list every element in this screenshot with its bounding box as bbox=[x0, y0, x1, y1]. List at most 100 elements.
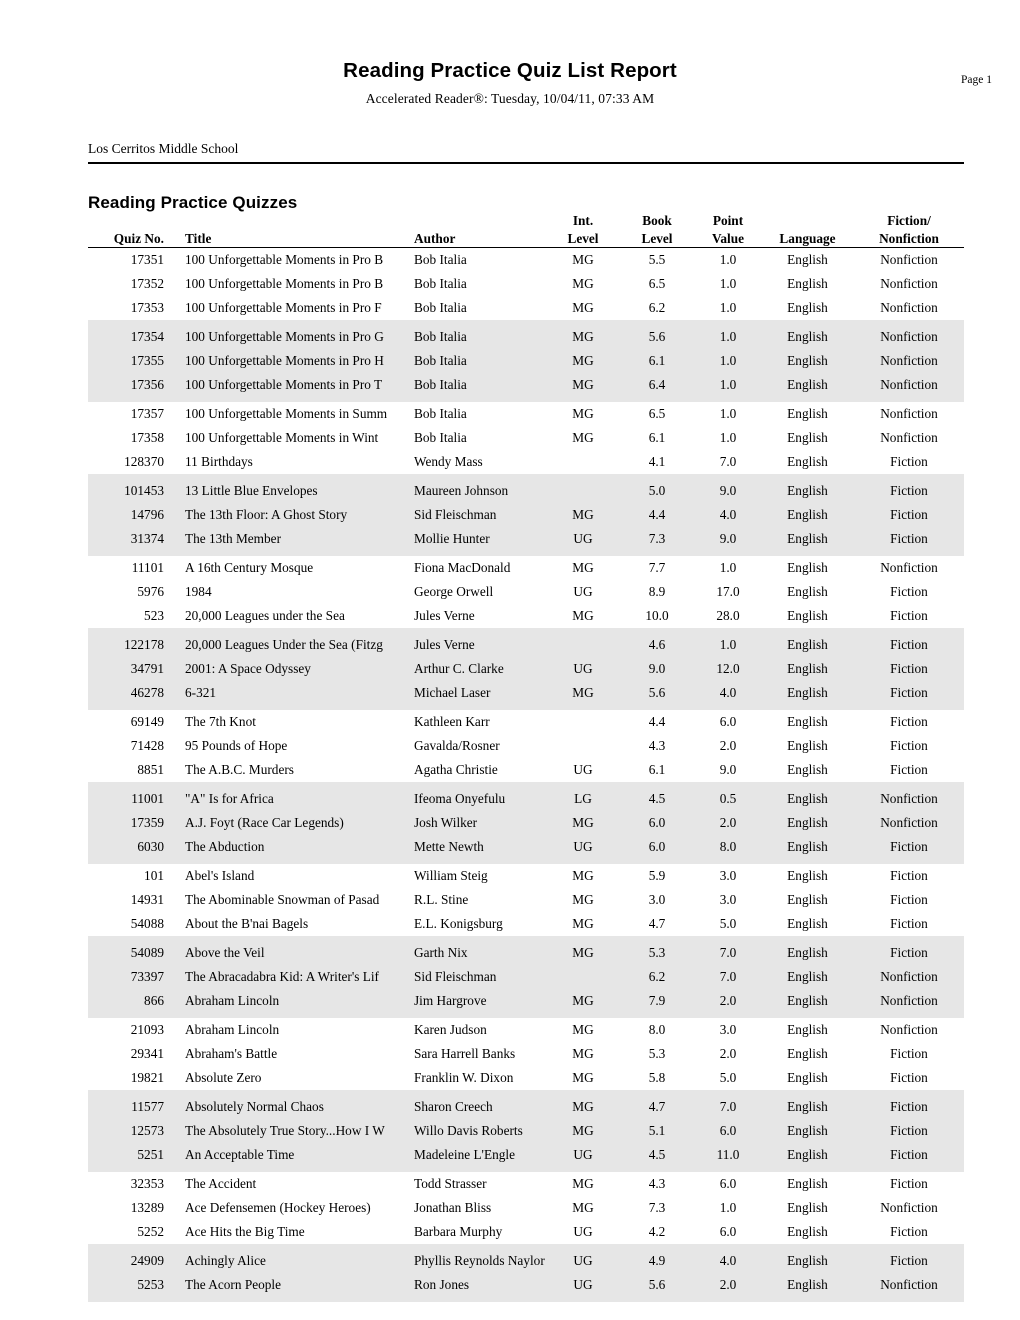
table-row[interactable]: 17357 100 Unforgettable Moments in Summ Bo… bbox=[88, 402, 964, 426]
col-header-quiz-no: Quiz No. bbox=[113, 230, 164, 246]
cell-fiction: Fiction bbox=[890, 916, 928, 932]
cell-fiction: Fiction bbox=[890, 1224, 928, 1240]
cell-language: English bbox=[787, 868, 828, 884]
cell-title: 100 Unforgettable Moments in Pro F bbox=[176, 296, 405, 320]
table-row[interactable]: 34791 2001: A Space Odyssey Arthur C. Clar… bbox=[88, 657, 964, 682]
table-row[interactable]: 17353 100 Unforgettable Moments in Pro F B… bbox=[88, 296, 964, 320]
cell-title: 100 Unforgettable Moments in Pro T bbox=[176, 373, 405, 398]
cell-author: Jim Hargrove bbox=[405, 989, 547, 1014]
cell-book_level: 4.7 bbox=[619, 1095, 695, 1120]
cell-fiction: Nonfiction bbox=[880, 430, 938, 446]
table-row[interactable]: 17356 100 Unforgettable Moments in Pro T B… bbox=[88, 373, 964, 398]
table-row[interactable]: 17355 100 Unforgettable Moments in Pro H B… bbox=[88, 349, 964, 374]
col-header-line1-author bbox=[405, 212, 547, 230]
cell-fiction: Fiction bbox=[890, 1176, 928, 1192]
cell-title: 2001: A Space Odyssey bbox=[176, 657, 405, 682]
table-row[interactable]: 46278 6-321 Michael Laser MG 5.6 4.0 English Fi… bbox=[88, 681, 964, 706]
cell-author: Maureen Johnson bbox=[405, 479, 547, 504]
cell-int_level: MG bbox=[572, 430, 594, 446]
table-row[interactable]: 5251 An Acceptable Time Madeleine L'Engle U… bbox=[88, 1143, 964, 1168]
table-row[interactable]: 14796 The 13th Floor: A Ghost Story Sid Fl… bbox=[88, 503, 964, 528]
cell-language: English bbox=[787, 430, 828, 446]
table-row[interactable]: 17354 100 Unforgettable Moments in Pro G B… bbox=[88, 325, 964, 350]
cell-int_level: MG bbox=[572, 560, 594, 576]
cell-author: Ifeoma Onyefulu bbox=[405, 787, 547, 812]
cell-book_level: 3.0 bbox=[648, 892, 666, 908]
table-row[interactable]: 101 Abel's Island William Steig MG 5.9 3.0 Eng… bbox=[88, 864, 964, 888]
table-row[interactable]: 128370 11 Birthdays Wendy Mass 4.1 7.0 Englis… bbox=[88, 450, 964, 474]
cell-int_level: MG bbox=[547, 989, 619, 1014]
table-row[interactable]: 866 Abraham Lincoln Jim Hargrove MG 7.9 2.0 En… bbox=[88, 989, 964, 1014]
cell-quiz_no: 31374 bbox=[88, 527, 176, 552]
table-row[interactable]: 54089 Above the Veil Garth Nix MG 5.3 7.0 Engl… bbox=[88, 941, 964, 966]
cell-title: Abraham Lincoln bbox=[176, 989, 405, 1014]
col-header-line1-quiz-no bbox=[88, 212, 176, 230]
table-row[interactable]: 13289 Ace Defensemen (Hockey Heroes) Jonat… bbox=[88, 1196, 964, 1220]
cell-points: 1.0 bbox=[695, 349, 761, 374]
table-row[interactable]: 24909 Achingly Alice Phyllis Reynolds Nayl… bbox=[88, 1249, 964, 1274]
table-row[interactable]: 8851 The A.B.C. Murders Agatha Christie UG 6… bbox=[88, 758, 964, 782]
table-row[interactable]: 5253 The Acorn People Ron Jones UG 5.6 2.0 Eng… bbox=[88, 1273, 964, 1298]
cell-points: 28.0 bbox=[716, 608, 740, 624]
cell-author: Bob Italia bbox=[414, 406, 467, 422]
table-row[interactable]: 5252 Ace Hits the Big Time Barbara Murphy U… bbox=[88, 1220, 964, 1244]
table-row[interactable]: 73397 The Abracadabra Kid: A Writer's Lif… bbox=[88, 965, 964, 990]
cell-points: 2.0 bbox=[695, 811, 761, 836]
cell-points: 1.0 bbox=[719, 406, 737, 422]
cell-author: E.L. Konigsburg bbox=[414, 916, 503, 932]
col-header-title: Title bbox=[185, 230, 212, 246]
cell-title-text: 95 Pounds of Hope bbox=[185, 738, 288, 754]
table-row[interactable]: 17352 100 Unforgettable Moments in Pro B B… bbox=[88, 272, 964, 296]
cell-quiz_no: 17352 bbox=[130, 276, 164, 292]
cell-fiction: Nonfiction bbox=[854, 965, 964, 990]
table-row[interactable]: 11101 A 16th Century Mosque Fiona MacDonal… bbox=[88, 556, 964, 580]
cell-language: English bbox=[761, 1119, 854, 1144]
table-row[interactable]: 11577 Absolutely Normal Chaos Sharon Creec… bbox=[88, 1095, 964, 1120]
cell-quiz_no: 5976 bbox=[137, 584, 164, 600]
table-row[interactable]: 69149 The 7th Knot Kathleen Karr 4.4 6.0 Engl… bbox=[88, 710, 964, 734]
cell-book_level: 4.5 bbox=[619, 787, 695, 812]
table-row[interactable]: 17351 100 Unforgettable Moments in Pro B B… bbox=[88, 248, 964, 272]
cell-book_level: 6.2 bbox=[619, 965, 695, 990]
table-row[interactable]: 14931 The Abominable Snowman of Pasad R.L.… bbox=[88, 888, 964, 912]
table-row[interactable]: 11001 "A" Is for Africa Ifeoma Onyefulu LG 4… bbox=[88, 787, 964, 812]
cell-title-text: 100 Unforgettable Moments in Summ bbox=[185, 406, 388, 422]
cell-book_level: 4.5 bbox=[619, 1143, 695, 1168]
cell-language: English bbox=[761, 681, 854, 706]
table-row[interactable]: 17359 A.J. Foyt (Race Car Legends) Josh Wi… bbox=[88, 811, 964, 836]
col-header-line1-int-level: Int. bbox=[572, 213, 594, 228]
table-row[interactable]: 12573 The Absolutely True Story...How I W… bbox=[88, 1119, 964, 1144]
cell-book_level: 4.9 bbox=[619, 1249, 695, 1274]
cell-int_level: MG bbox=[572, 1046, 594, 1062]
cell-language: English bbox=[761, 349, 854, 374]
table-row[interactable]: 71428 95 Pounds of Hope Gavalda/Rosner 4.3 2… bbox=[88, 734, 964, 758]
cell-author: Bob Italia bbox=[414, 300, 467, 316]
cell-fiction: Fiction bbox=[854, 1143, 964, 1168]
table-row[interactable]: 21093 Abraham Lincoln Karen Judson MG 8.0 3.0… bbox=[88, 1018, 964, 1042]
table-row[interactable]: 6030 The Abduction Mette Newth UG 6.0 8.0 Engl… bbox=[88, 835, 964, 860]
cell-title: The Accident bbox=[176, 1172, 405, 1196]
table-header-row-top: Int. Book Point Fiction/ bbox=[88, 212, 964, 230]
cell-int_level: MG bbox=[547, 681, 619, 706]
cell-fiction: Fiction bbox=[890, 608, 928, 624]
table-row[interactable]: 5976 1984 George Orwell UG 8.9 17.0 English Fic… bbox=[88, 580, 964, 604]
table-row[interactable]: 17358 100 Unforgettable Moments in Wint Bo… bbox=[88, 426, 964, 450]
cell-points: 7.0 bbox=[695, 1095, 761, 1120]
cell-title-text: 100 Unforgettable Moments in Pro T bbox=[185, 377, 383, 393]
table-row[interactable]: 122178 20,000 Leagues Under the Sea (Fitz… bbox=[88, 633, 964, 658]
quiz-table-body: 17351 100 Unforgettable Moments in Pro B B… bbox=[88, 248, 964, 1303]
table-row[interactable]: 54088 About the B'nai Bagels E.L. Konigsbu… bbox=[88, 912, 964, 936]
cell-title: Absolutely Normal Chaos bbox=[176, 1095, 405, 1120]
table-row[interactable]: 19821 Absolute Zero Franklin W. Dixon MG 5.8… bbox=[88, 1066, 964, 1090]
table-row[interactable]: 32353 The Accident Todd Strasser MG 4.3 6.0 En… bbox=[88, 1172, 964, 1196]
table-row[interactable]: 523 20,000 Leagues under the Sea Jules Ver… bbox=[88, 604, 964, 628]
cell-fiction: Fiction bbox=[854, 633, 964, 658]
cell-book_level: 7.7 bbox=[648, 560, 666, 576]
cell-book_level: 6.1 bbox=[648, 430, 666, 446]
cell-quiz_no: 6030 bbox=[88, 835, 176, 860]
table-row[interactable]: 31374 The 13th Member Mollie Hunter UG 7.3 9.… bbox=[88, 527, 964, 552]
table-row[interactable]: 101453 13 Little Blue Envelopes Maureen Jo… bbox=[88, 479, 964, 504]
cell-quiz_no: 866 bbox=[88, 989, 176, 1014]
cell-quiz_no: 14796 bbox=[88, 503, 176, 528]
table-row[interactable]: 29341 Abraham's Battle Sara Harrell Banks M… bbox=[88, 1042, 964, 1066]
